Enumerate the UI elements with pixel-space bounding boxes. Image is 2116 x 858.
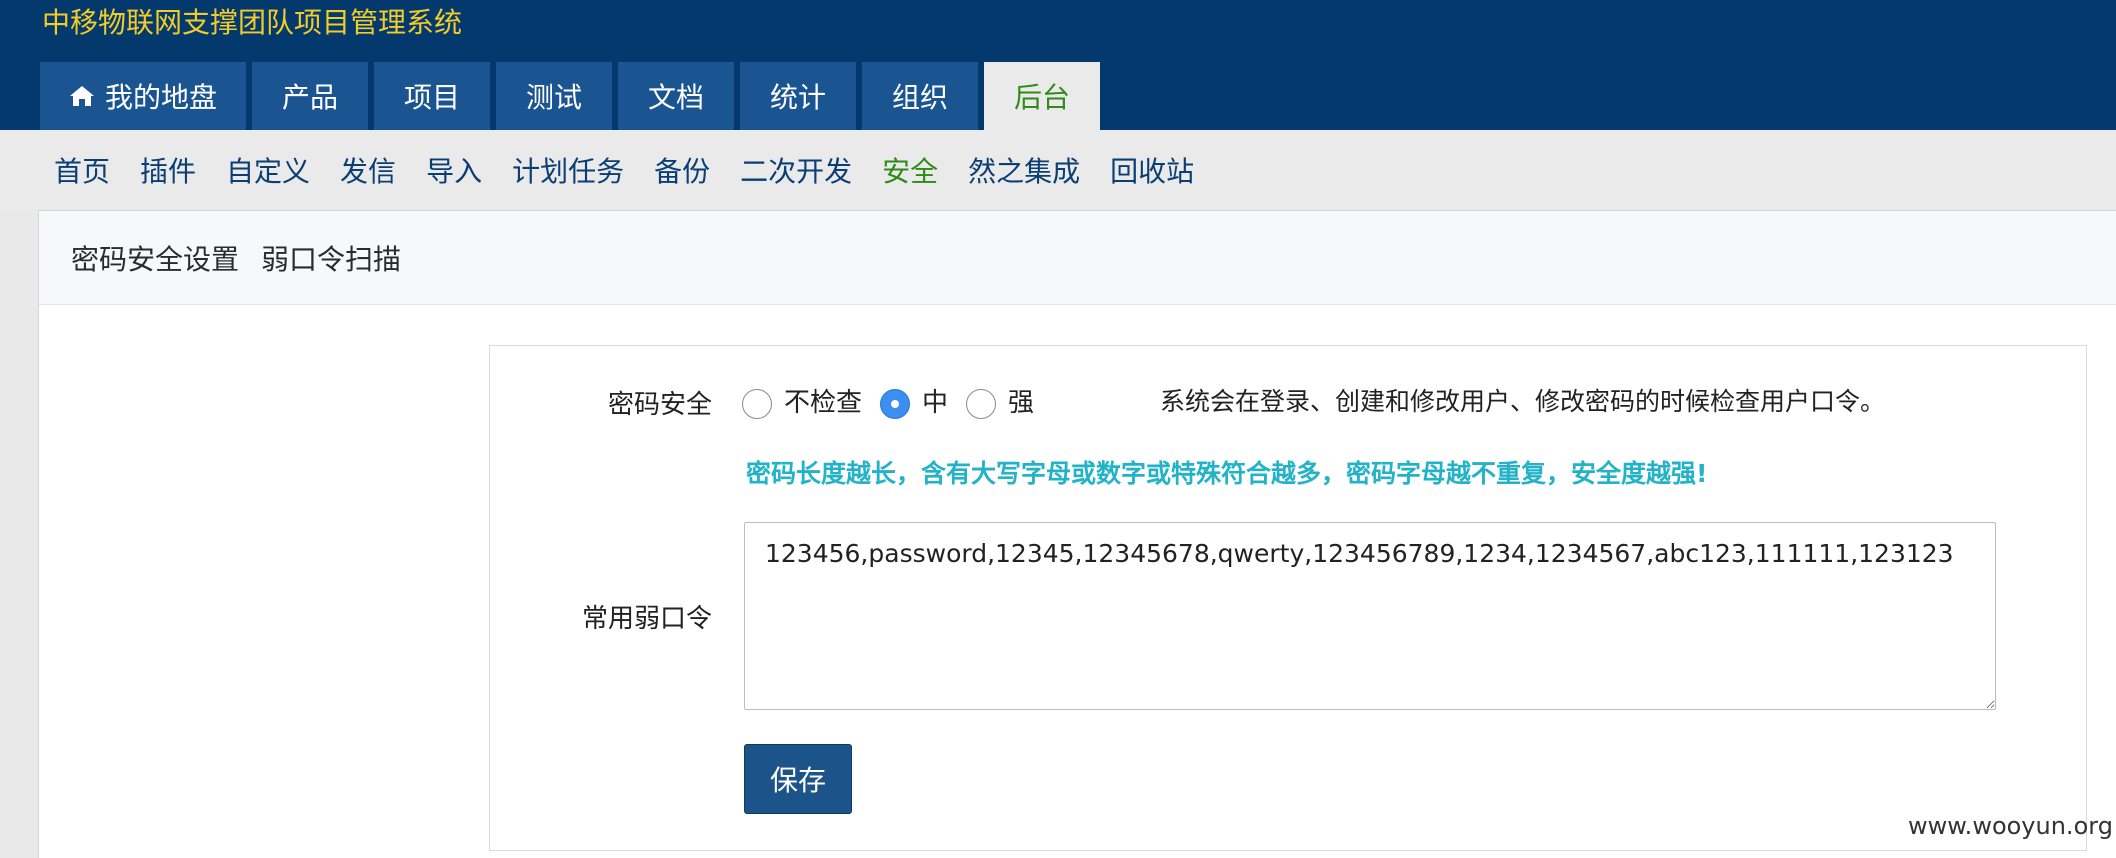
sub-nav: 首页 插件 自定义 发信 导入 计划任务 备份 二次开发 安全 然之集成 回收站 [0,130,2116,210]
home-icon [69,84,95,108]
password-security-label: 密码安全 [607,390,712,420]
nav-tab-label: 我的地盘 [104,81,217,114]
top-header: 中移物联网支撑团队项目管理系统 我的地盘 产品 项目 测试 文档 统计 组织 后… [0,0,2116,130]
nav-tab-label: 后台 [1013,81,1070,114]
sub-nav-custom[interactable]: 自定义 [226,150,310,190]
main-panel: 密码安全设置 弱口令扫描 密码安全 不检查 中 强 系统会在登录、创建和修改用户… [38,210,2116,858]
tab-weak-password-scan[interactable]: 弱口令扫描 [261,238,401,278]
nav-tab-label: 产品 [281,81,338,114]
radio-medium[interactable]: 中 [880,382,948,419]
sub-nav-dev[interactable]: 二次开发 [740,150,852,190]
nav-tab-product[interactable]: 产品 [252,62,368,130]
sub-nav-backup[interactable]: 备份 [654,150,710,190]
sub-nav-trash[interactable]: 回收站 [1110,150,1194,190]
sub-nav-ranzhi[interactable]: 然之集成 [968,150,1080,190]
nav-tab-test[interactable]: 测试 [496,62,612,130]
radio-label: 强 [1008,388,1035,418]
nav-tab-project[interactable]: 项目 [374,62,490,130]
radio-strong[interactable]: 强 [966,382,1034,419]
nav-tab-stats[interactable]: 统计 [740,62,856,130]
sub-nav-home[interactable]: 首页 [54,150,110,190]
sub-nav-import[interactable]: 导入 [426,150,482,190]
sub-nav-security[interactable]: 安全 [882,150,938,190]
sub-nav-mail[interactable]: 发信 [340,150,396,190]
main-nav: 我的地盘 产品 项目 测试 文档 统计 组织 后台 [40,62,1100,130]
weak-password-label: 常用弱口令 [581,604,712,634]
security-tip-text: 密码长度越长，含有大写字母或数字或特殊符合越多，密码字母越不重复，安全度越强! [746,459,1708,488]
nav-tab-doc[interactable]: 文档 [618,62,734,130]
nav-tab-label: 项目 [403,81,460,114]
nav-tab-label: 测试 [525,81,582,114]
radio-label: 中 [922,388,949,418]
nav-tab-label: 统计 [769,81,826,114]
security-form: 密码安全 不检查 中 强 系统会在登录、创建和修改用户、修改密码的时候检查用户口… [489,345,2087,851]
tab-password-security[interactable]: 密码安全设置 [71,238,239,278]
sub-nav-plugins[interactable]: 插件 [140,150,196,190]
app-title: 中移物联网支撑团队项目管理系统 [42,6,463,39]
radio-circle[interactable] [880,388,911,419]
radio-circle[interactable] [742,388,772,419]
save-button[interactable]: 保存 [744,744,852,814]
radio-label: 不检查 [784,388,863,418]
nav-tab-label: 文档 [647,81,704,114]
password-strength-radio-group: 不检查 中 强 [742,382,1052,419]
weak-password-textarea[interactable]: 123456,password,12345,12345678,qwerty,12… [744,522,1996,710]
nav-tab-org[interactable]: 组织 [862,62,978,130]
watermark: www.wooyun.org [1908,812,2113,840]
nav-tab-label: 组织 [891,81,948,114]
nav-tab-my-dashboard[interactable]: 我的地盘 [40,62,246,130]
sub-nav-cron[interactable]: 计划任务 [512,150,624,190]
panel-header: 密码安全设置 弱口令扫描 [39,211,2116,305]
security-help-text: 系统会在登录、创建和修改用户、修改密码的时候检查用户口令。 [1160,387,1886,416]
radio-no-check[interactable]: 不检查 [742,382,862,419]
nav-tab-admin[interactable]: 后台 [984,62,1100,130]
radio-circle[interactable] [966,388,997,419]
